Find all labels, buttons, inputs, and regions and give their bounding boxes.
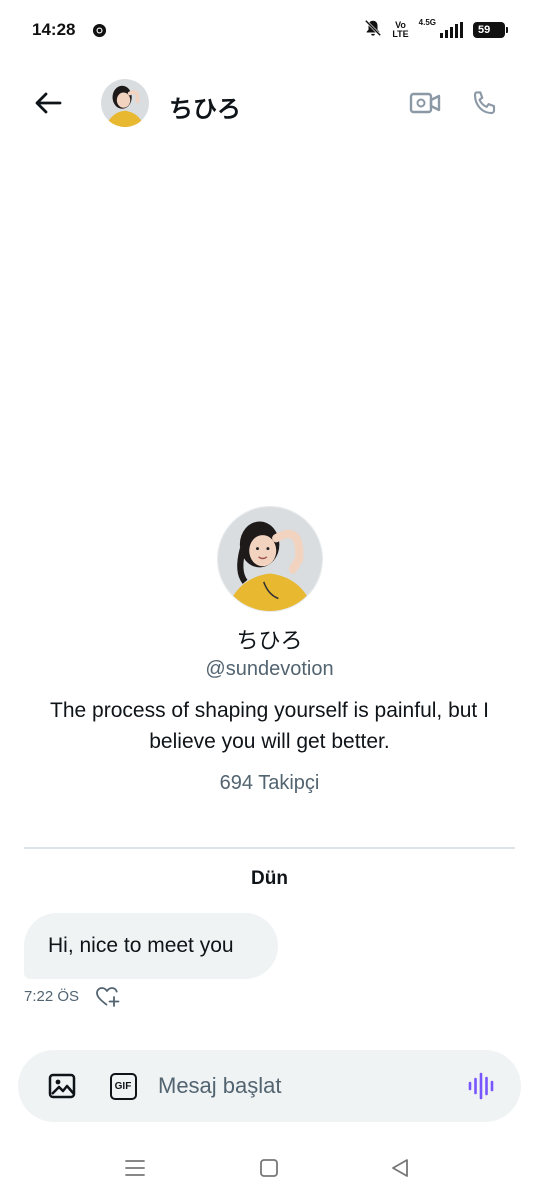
voice-message-icon xyxy=(468,1072,494,1100)
system-back-button[interactable] xyxy=(386,1154,414,1182)
volte-icon: Vo LTE xyxy=(392,21,408,39)
back-arrow-icon xyxy=(35,92,62,114)
divider xyxy=(24,847,515,849)
home-button[interactable] xyxy=(255,1154,283,1182)
profile-avatar[interactable] xyxy=(216,506,323,612)
video-call-icon xyxy=(409,92,441,114)
image-icon xyxy=(48,1073,76,1099)
profile-name: ちひろ xyxy=(236,628,303,653)
add-photo-button[interactable] xyxy=(46,1070,78,1102)
battery-level: 59 xyxy=(478,24,491,36)
network-type: 4.5G xyxy=(418,18,436,27)
contact-name[interactable]: ちひろ xyxy=(169,89,241,124)
phone-call-button[interactable] xyxy=(466,84,504,122)
followers-count[interactable]: 694 Takipçi xyxy=(0,772,539,795)
message-bubble[interactable]: Hi, nice to meet you xyxy=(24,913,278,979)
battery-icon: 59 xyxy=(473,22,508,38)
volte-label-bottom: LTE xyxy=(392,29,409,39)
chrome-icon xyxy=(92,23,107,38)
muted-bell-icon xyxy=(364,19,382,42)
home-icon xyxy=(260,1159,278,1177)
gif-label: GIF xyxy=(114,1080,132,1092)
back-button[interactable] xyxy=(30,86,66,120)
add-reaction-button[interactable] xyxy=(94,984,122,1010)
video-call-button[interactable] xyxy=(406,86,444,120)
voice-message-button[interactable] xyxy=(464,1070,500,1102)
profile-bio: The process of shaping yourself is painf… xyxy=(50,699,489,753)
message-timestamp: 7:22 ÖS xyxy=(24,988,80,1005)
message-input[interactable] xyxy=(158,1068,448,1104)
signal-icon xyxy=(440,22,463,38)
recents-button[interactable] xyxy=(121,1154,149,1182)
message-composer: GIF xyxy=(18,1050,521,1122)
date-separator: Dün xyxy=(251,868,288,889)
profile-card: ちひろ @sundevotion The process of shaping … xyxy=(0,506,539,795)
status-time: 14:28 xyxy=(32,20,76,39)
heart-plus-icon xyxy=(96,987,120,1007)
back-triangle-icon xyxy=(392,1159,408,1177)
avatar[interactable] xyxy=(101,79,149,127)
navigation-bar xyxy=(0,1140,539,1200)
add-gif-button[interactable]: GIF xyxy=(107,1070,139,1102)
phone-call-icon xyxy=(473,91,496,115)
profile-handle[interactable]: @sundevotion xyxy=(0,658,539,681)
gif-icon: GIF xyxy=(109,1072,137,1100)
recents-icon xyxy=(125,1160,145,1176)
conversation-header: ちひろ xyxy=(0,70,539,136)
message-text: Hi, nice to meet you xyxy=(48,934,234,957)
status-bar: 14:28 Vo LTE 4.5G 59 xyxy=(0,0,539,62)
